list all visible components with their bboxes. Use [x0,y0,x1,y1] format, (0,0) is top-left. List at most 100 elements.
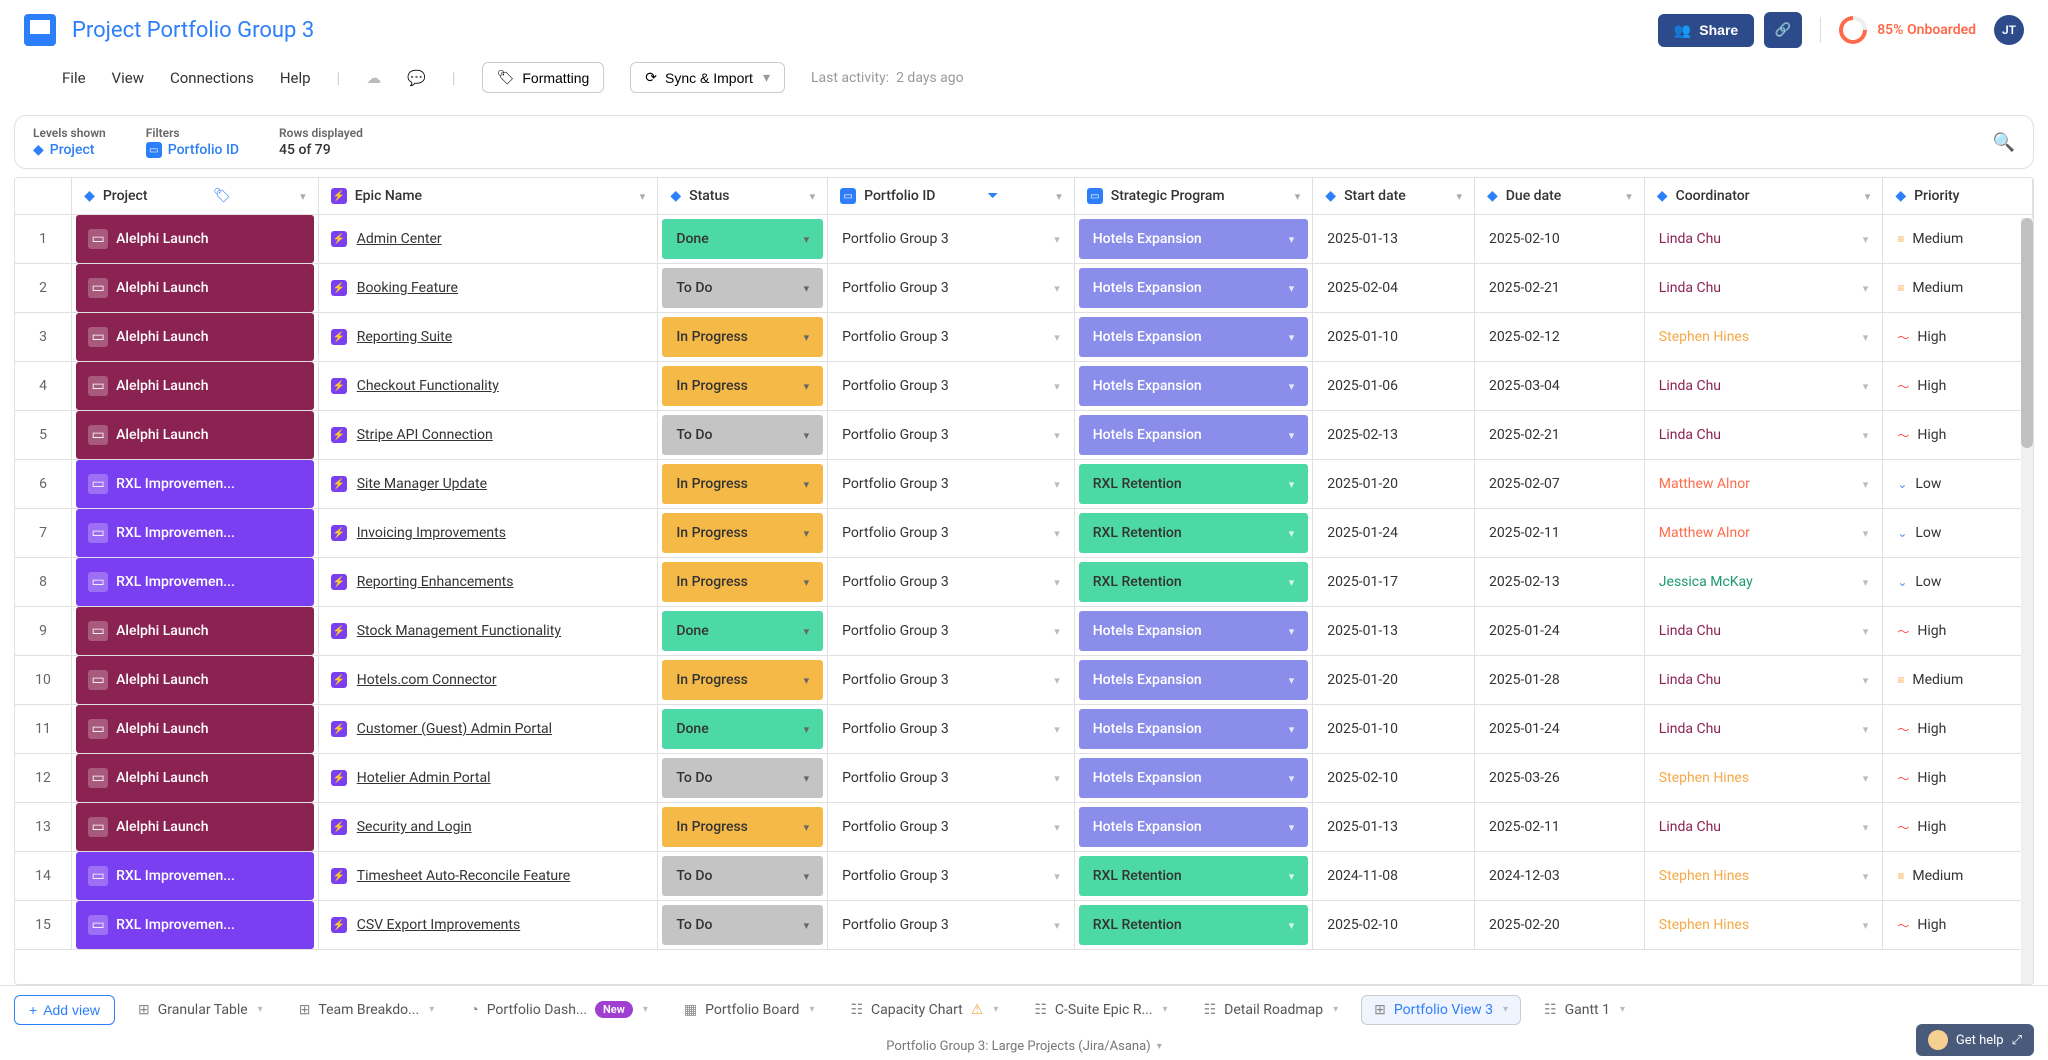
epic-cell[interactable]: ⚡ Security and Login [319,819,658,835]
epic-link[interactable]: Reporting Enhancements [357,574,514,590]
portfolio-cell[interactable]: Portfolio Group 3 ▾ [828,705,1074,753]
portfolio-cell[interactable]: Portfolio Group 3 ▾ [828,607,1074,655]
get-help-button[interactable]: Get help ⤢ [1916,1024,2034,1056]
epic-link[interactable]: Booking Feature [357,280,458,296]
levels-shown[interactable]: Levels shown ◆ Project [33,126,106,158]
tab-portfolio-board[interactable]: ▦ Portfolio Board ▾ [671,995,828,1025]
table-row[interactable]: 5 ▭ Alelphi Launch ⚡ Stripe API Connecti… [15,411,2033,460]
program-cell[interactable]: Hotels Expansion ▾ [1079,219,1309,259]
program-cell[interactable]: Hotels Expansion ▾ [1079,758,1309,798]
due-date-cell[interactable]: 2025-02-12 [1475,313,1644,361]
start-date-cell[interactable]: 2025-01-20 [1313,656,1474,704]
add-view-button[interactable]: + Add view [14,995,115,1025]
epic-cell[interactable]: ⚡ Site Manager Update [319,476,658,492]
start-date-cell[interactable]: 2025-01-10 [1313,705,1474,753]
epic-link[interactable]: Checkout Functionality [357,378,499,394]
priority-cell[interactable]: ≡ Medium [1883,656,2032,704]
scrollbar-thumb[interactable] [2021,218,2033,448]
priority-cell[interactable]: 〜 High [1883,313,2032,361]
table-row[interactable]: 13 ▭ Alelphi Launch ⚡ Security and Login… [15,803,2033,852]
table-row[interactable]: 10 ▭ Alelphi Launch ⚡ Hotels.com Connect… [15,656,2033,705]
project-cell[interactable]: ▭ Alelphi Launch [76,656,314,704]
portfolio-cell[interactable]: Portfolio Group 3 ▾ [828,313,1074,361]
col-program[interactable]: ▭ Strategic Program ▾ [1074,178,1313,215]
due-date-cell[interactable]: 2025-02-21 [1475,264,1644,312]
start-date-cell[interactable]: 2025-01-13 [1313,607,1474,655]
table-row[interactable]: 12 ▭ Alelphi Launch ⚡ Hotelier Admin Por… [15,754,2033,803]
table-row[interactable]: 2 ▭ Alelphi Launch ⚡ Booking Feature To … [15,264,2033,313]
coordinator-cell[interactable]: Stephen Hines ▾ [1645,852,1883,900]
portfolio-cell[interactable]: Portfolio Group 3 ▾ [828,460,1074,508]
epic-cell[interactable]: ⚡ Customer (Guest) Admin Portal [319,721,658,737]
status-cell[interactable]: To Do ▾ [662,758,823,798]
footer-text[interactable]: Portfolio Group 3: Large Projects (Jira/… [886,1039,1150,1054]
tab-granular-table[interactable]: ⊞ Granular Table ▾ [125,995,276,1025]
tab-capacity-chart[interactable]: ☷ Capacity Chart ⚠ ▾ [837,995,1011,1025]
priority-cell[interactable]: 〜 High [1883,803,2032,851]
epic-link[interactable]: Hotels.com Connector [357,672,497,688]
coordinator-cell[interactable]: Stephen Hines ▾ [1645,754,1883,802]
due-date-cell[interactable]: 2025-02-11 [1475,509,1644,557]
priority-cell[interactable]: 〜 High [1883,705,2032,753]
tab-csuite-epic[interactable]: ☷ C-Suite Epic R... ▾ [1021,995,1180,1025]
start-date-cell[interactable]: 2025-01-13 [1313,803,1474,851]
epic-cell[interactable]: ⚡ Stock Management Functionality [319,623,658,639]
search-icon[interactable]: 🔍 [1993,132,2015,153]
table-row[interactable]: 8 ▭ RXL Improvemen... ⚡ Reporting Enhanc… [15,558,2033,607]
formatting-button[interactable]: 🏷 Formatting [482,62,605,93]
project-cell[interactable]: ▭ Alelphi Launch [76,607,314,655]
epic-cell[interactable]: ⚡ CSV Export Improvements [319,917,658,933]
project-cell[interactable]: ▭ RXL Improvemen... [76,509,314,557]
table-row[interactable]: 7 ▭ RXL Improvemen... ⚡ Invoicing Improv… [15,509,2033,558]
priority-cell[interactable]: 〜 High [1883,607,2032,655]
rows-displayed[interactable]: Rows displayed 45 of 79 [279,126,363,158]
tab-portfolio-dashboard[interactable]: ◔ Portfolio Dash... New ▾ [457,994,661,1025]
user-avatar[interactable]: JT [1994,15,2024,45]
program-cell[interactable]: RXL Retention ▾ [1079,464,1309,504]
portfolio-cell[interactable]: Portfolio Group 3 ▾ [828,509,1074,557]
priority-cell[interactable]: ⌄ Low [1883,558,2032,606]
status-cell[interactable]: To Do ▾ [662,905,823,945]
coordinator-cell[interactable]: Matthew Alnor ▾ [1645,509,1883,557]
priority-cell[interactable]: ⌄ Low [1883,460,2032,508]
portfolio-cell[interactable]: Portfolio Group 3 ▾ [828,558,1074,606]
due-date-cell[interactable]: 2024-12-03 [1475,852,1644,900]
priority-cell[interactable]: 〜 High [1883,362,2032,410]
start-date-cell[interactable]: 2025-02-13 [1313,411,1474,459]
due-date-cell[interactable]: 2025-01-24 [1475,607,1644,655]
priority-cell[interactable]: 〜 High [1883,754,2032,802]
start-date-cell[interactable]: 2025-01-17 [1313,558,1474,606]
epic-cell[interactable]: ⚡ Checkout Functionality [319,378,658,394]
status-cell[interactable]: In Progress ▾ [662,366,823,406]
coordinator-cell[interactable]: Jessica McKay ▾ [1645,558,1883,606]
coordinator-cell[interactable]: Matthew Alnor ▾ [1645,460,1883,508]
due-date-cell[interactable]: 2025-02-11 [1475,803,1644,851]
col-due-date[interactable]: ◆ Due date ▾ [1475,178,1645,215]
due-date-cell[interactable]: 2025-02-10 [1475,215,1644,263]
project-cell[interactable]: ▭ RXL Improvemen... [76,852,314,900]
project-cell[interactable]: ▭ Alelphi Launch [76,264,314,312]
priority-cell[interactable]: 〜 High [1883,901,2032,949]
tab-portfolio-view-3[interactable]: ⊞ Portfolio View 3 ▾ [1361,995,1521,1025]
project-cell[interactable]: ▭ Alelphi Launch [76,705,314,753]
program-cell[interactable]: Hotels Expansion ▾ [1079,317,1309,357]
epic-link[interactable]: CSV Export Improvements [357,917,521,933]
project-cell[interactable]: ▭ Alelphi Launch [76,313,314,361]
app-logo[interactable] [24,14,56,46]
epic-cell[interactable]: ⚡ Hotelier Admin Portal [319,770,658,786]
due-date-cell[interactable]: 2025-02-07 [1475,460,1644,508]
start-date-cell[interactable]: 2025-01-20 [1313,460,1474,508]
project-cell[interactable]: ▭ RXL Improvemen... [76,558,314,606]
program-cell[interactable]: RXL Retention ▾ [1079,856,1309,896]
project-cell[interactable]: ▭ Alelphi Launch [76,215,314,263]
project-cell[interactable]: ▭ Alelphi Launch [76,754,314,802]
portfolio-cell[interactable]: Portfolio Group 3 ▾ [828,754,1074,802]
portfolio-cell[interactable]: Portfolio Group 3 ▾ [828,852,1074,900]
status-cell[interactable]: In Progress ▾ [662,562,823,602]
epic-cell[interactable]: ⚡ Invoicing Improvements [319,525,658,541]
portfolio-cell[interactable]: Portfolio Group 3 ▾ [828,803,1074,851]
epic-cell[interactable]: ⚡ Booking Feature [319,280,658,296]
cloud-sync-icon[interactable]: ☁ [366,69,381,87]
coordinator-cell[interactable]: Linda Chu ▾ [1645,411,1883,459]
start-date-cell[interactable]: 2025-01-13 [1313,215,1474,263]
